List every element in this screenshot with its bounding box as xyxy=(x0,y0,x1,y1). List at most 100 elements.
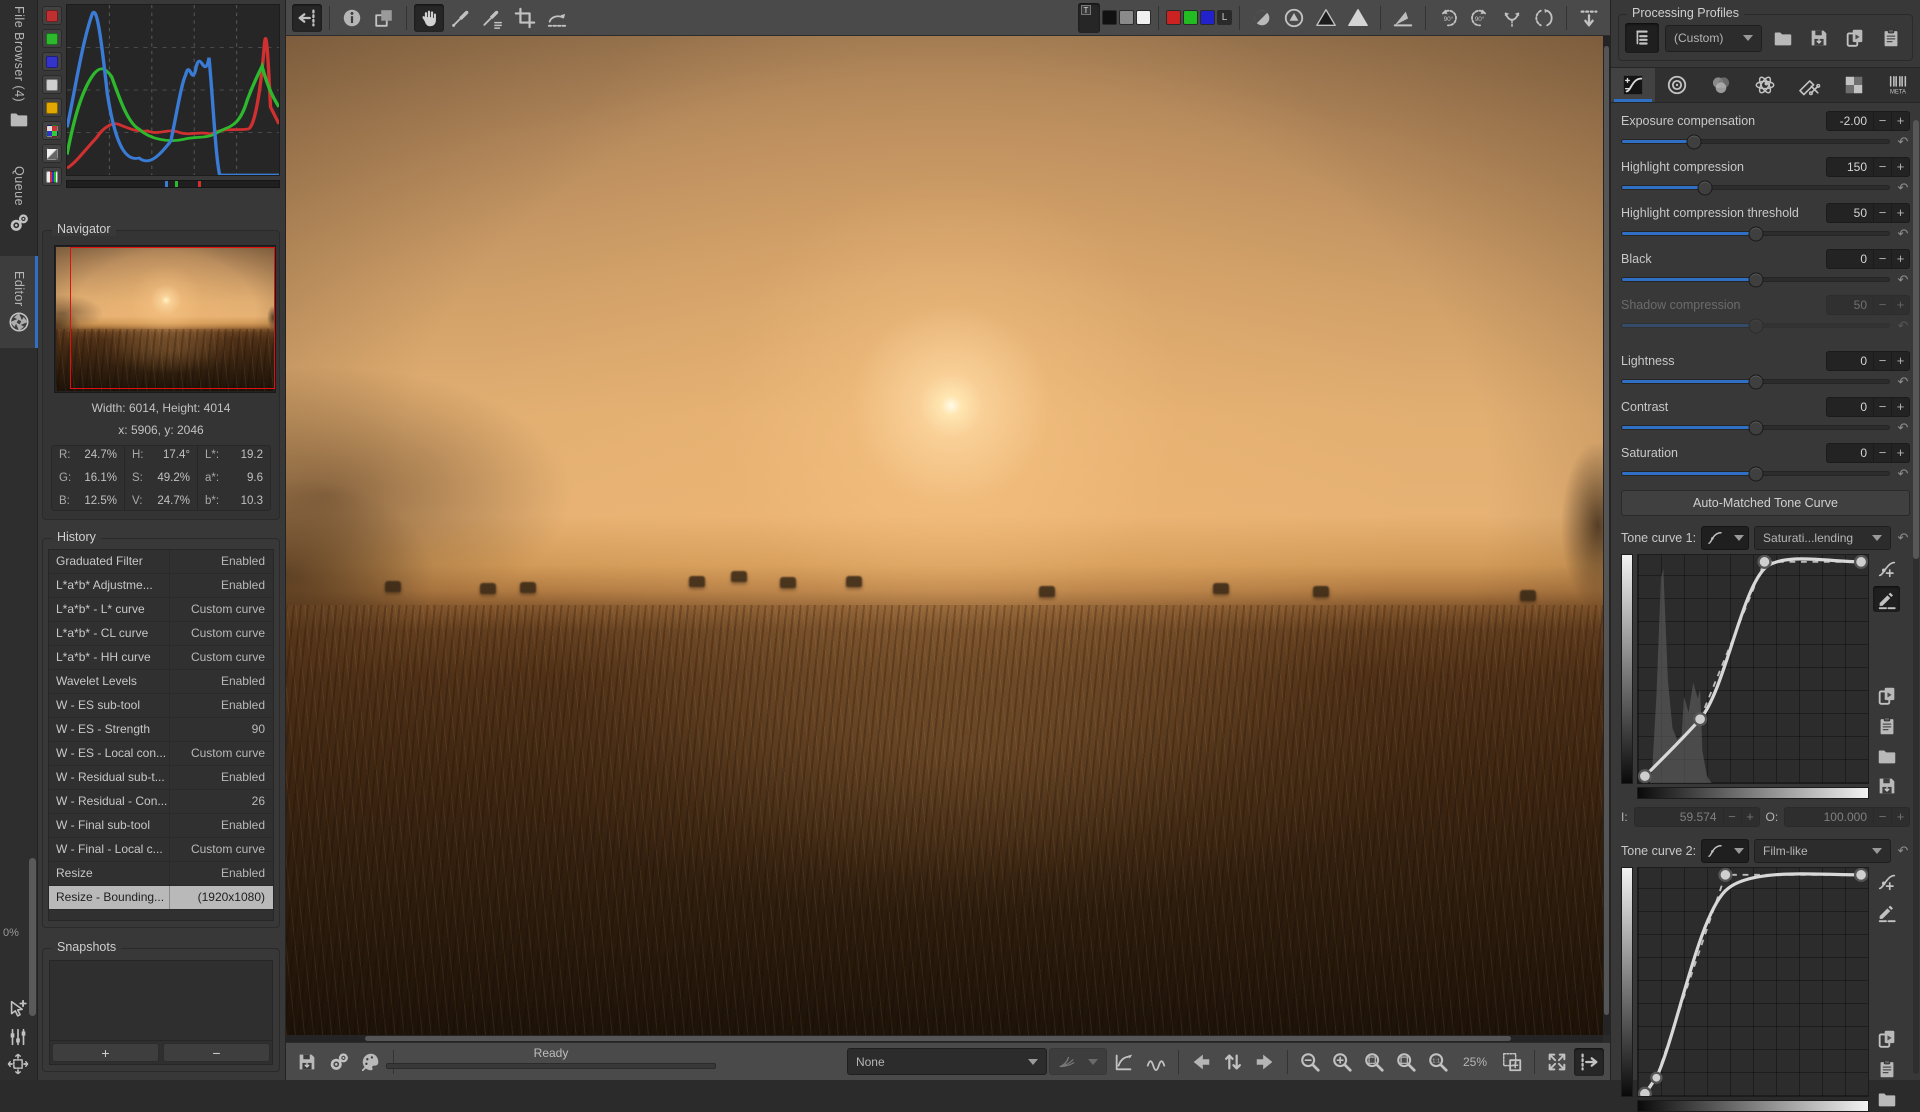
gamut-warning-button[interactable] xyxy=(1109,1048,1139,1076)
edit-point-button[interactable] xyxy=(1873,556,1900,582)
quick-adjust-icon[interactable] xyxy=(7,998,29,1020)
edit-point-button[interactable] xyxy=(1873,869,1900,895)
copy-curve-button[interactable] xyxy=(1873,1026,1900,1052)
tab-raw[interactable] xyxy=(1832,68,1876,102)
reset-icon[interactable]: ↶ xyxy=(1896,318,1910,334)
next-image-button[interactable] xyxy=(1250,1048,1280,1076)
decrement-button[interactable]: − xyxy=(1873,112,1891,130)
increment-button[interactable]: + xyxy=(1891,204,1909,222)
luminosity-channel-swatch[interactable]: L xyxy=(1217,10,1232,25)
slider-track[interactable] xyxy=(1621,425,1890,430)
histogram-green-toggle[interactable] xyxy=(42,29,62,48)
reset-icon[interactable]: ↶ xyxy=(1896,180,1910,196)
increment-button[interactable]: + xyxy=(1891,296,1909,314)
mixer-icon[interactable] xyxy=(7,1026,29,1048)
slider-track[interactable] xyxy=(1621,471,1890,476)
reset-icon[interactable]: ↶ xyxy=(1896,843,1910,859)
sync-filebrowser-button[interactable] xyxy=(1218,1048,1248,1076)
tone-curve-1-mode-dropdown[interactable]: Saturati...lending xyxy=(1754,526,1891,550)
paste-profile-button[interactable] xyxy=(1876,23,1906,53)
straighten-tool-button[interactable] xyxy=(542,4,572,32)
decrement-button[interactable]: − xyxy=(1873,444,1891,462)
history-row[interactable]: W - ES - Strength90 xyxy=(49,718,273,742)
tone-curve-1-type-dropdown[interactable] xyxy=(1701,526,1749,550)
history-row[interactable]: L*a*b* - CL curveCustom curve xyxy=(49,622,273,646)
partial-profile-button[interactable] xyxy=(1625,23,1659,53)
slider-thumb[interactable] xyxy=(1687,134,1702,149)
slider-thumb[interactable] xyxy=(1748,466,1763,481)
histogram-bar-mode-toggle[interactable] xyxy=(42,144,62,163)
tab-queue[interactable]: Queue xyxy=(0,166,38,252)
hand-tool-button[interactable] xyxy=(414,4,444,32)
reset-icon[interactable]: ↶ xyxy=(1896,134,1910,150)
history-row[interactable]: Graduated FilterEnabled xyxy=(49,550,273,574)
save-curve-button[interactable] xyxy=(1873,773,1900,799)
rendering-intent-dropdown[interactable] xyxy=(1049,1048,1107,1075)
left-strip-scrollbar[interactable] xyxy=(29,858,36,1016)
image-canvas[interactable] xyxy=(286,36,1610,1042)
history-row[interactable]: W - Final sub-toolEnabled xyxy=(49,814,273,838)
increment-button[interactable]: + xyxy=(1891,444,1909,462)
slider-value-box[interactable]: -2.00−+ xyxy=(1826,111,1910,131)
tab-detail[interactable] xyxy=(1655,68,1699,102)
toggle-filmstrip-button[interactable] xyxy=(1574,4,1604,32)
slider-value-box[interactable]: 0−+ xyxy=(1826,397,1910,417)
increment-button[interactable]: + xyxy=(1891,158,1909,176)
angle-select-button[interactable] xyxy=(1388,4,1418,32)
slider-track[interactable] xyxy=(1621,277,1890,282)
bg-gray-swatch[interactable] xyxy=(1119,10,1134,25)
slider-value-box[interactable]: 0−+ xyxy=(1826,443,1910,463)
reset-icon[interactable]: ↶ xyxy=(1896,466,1910,482)
tab-color[interactable] xyxy=(1699,68,1743,102)
reset-icon[interactable]: ↶ xyxy=(1896,530,1910,546)
copy-profile-button[interactable] xyxy=(1840,23,1870,53)
increment-button[interactable]: + xyxy=(1891,112,1909,130)
reset-icon[interactable]: ↶ xyxy=(1896,272,1910,288)
history-row[interactable]: W - Residual - Con...26 xyxy=(49,790,273,814)
before-after-button[interactable] xyxy=(369,4,399,32)
histogram-blue-toggle[interactable] xyxy=(42,52,62,71)
crop-tool-button[interactable] xyxy=(510,4,540,32)
right-panel-scrollbar[interactable] xyxy=(1913,120,1919,1074)
save-profile-button[interactable] xyxy=(1804,23,1834,53)
history-row[interactable]: W - Final - Local c...Custom curve xyxy=(49,838,273,862)
color-picker-button[interactable] xyxy=(478,4,508,32)
history-row[interactable]: L*a*b* - HH curveCustom curve xyxy=(49,646,273,670)
toggle-right-panel-button[interactable] xyxy=(1574,1048,1604,1076)
histogram-red-toggle[interactable] xyxy=(42,6,62,25)
slider-thumb[interactable] xyxy=(1748,318,1763,333)
add-to-queue-button[interactable] xyxy=(324,1048,354,1076)
slider-value[interactable]: 0 xyxy=(1827,400,1873,414)
load-curve-button[interactable] xyxy=(1873,1086,1900,1112)
save-image-button[interactable] xyxy=(292,1048,322,1076)
slider-value[interactable]: 0 xyxy=(1827,446,1873,460)
histogram-luminosity-toggle[interactable] xyxy=(42,75,62,94)
decrement-button[interactable]: − xyxy=(1873,352,1891,370)
history-row[interactable]: W - ES - Local con...Custom curve xyxy=(49,742,273,766)
tab-exposure[interactable] xyxy=(1611,68,1655,102)
history-row[interactable]: ResizeEnabled xyxy=(49,862,273,886)
slider-value-box[interactable]: 0−+ xyxy=(1826,249,1910,269)
zoom-100-button[interactable] xyxy=(1423,1048,1453,1076)
image-info-button[interactable] xyxy=(337,4,367,32)
bg-white-swatch[interactable] xyxy=(1136,10,1151,25)
auto-matched-tone-curve-button[interactable]: Auto-Matched Tone Curve xyxy=(1621,490,1910,516)
slider-thumb[interactable] xyxy=(1748,226,1763,241)
green-channel-swatch[interactable] xyxy=(1183,10,1198,25)
edit-curve-button[interactable] xyxy=(1873,586,1900,612)
previous-image-button[interactable] xyxy=(1186,1048,1216,1076)
load-profile-button[interactable] xyxy=(1768,23,1798,53)
navigator-crop-rect[interactable] xyxy=(70,247,275,389)
history-row[interactable]: L*a*b* Adjustme...Enabled xyxy=(49,574,273,598)
slider-value[interactable]: 150 xyxy=(1827,160,1873,174)
add-snapshot-button[interactable]: + xyxy=(52,1043,159,1062)
increment-button[interactable]: + xyxy=(1891,398,1909,416)
slider-value-box[interactable]: 50−+ xyxy=(1826,295,1910,315)
slider-track[interactable] xyxy=(1621,379,1890,384)
load-curve-button[interactable] xyxy=(1873,743,1900,769)
decrement-button[interactable]: − xyxy=(1873,204,1891,222)
slider-value[interactable]: -2.00 xyxy=(1827,114,1873,128)
history-row[interactable]: Wavelet LevelsEnabled xyxy=(49,670,273,694)
delete-snapshot-button[interactable]: − xyxy=(163,1043,270,1062)
tab-metadata[interactable] xyxy=(1876,68,1920,102)
